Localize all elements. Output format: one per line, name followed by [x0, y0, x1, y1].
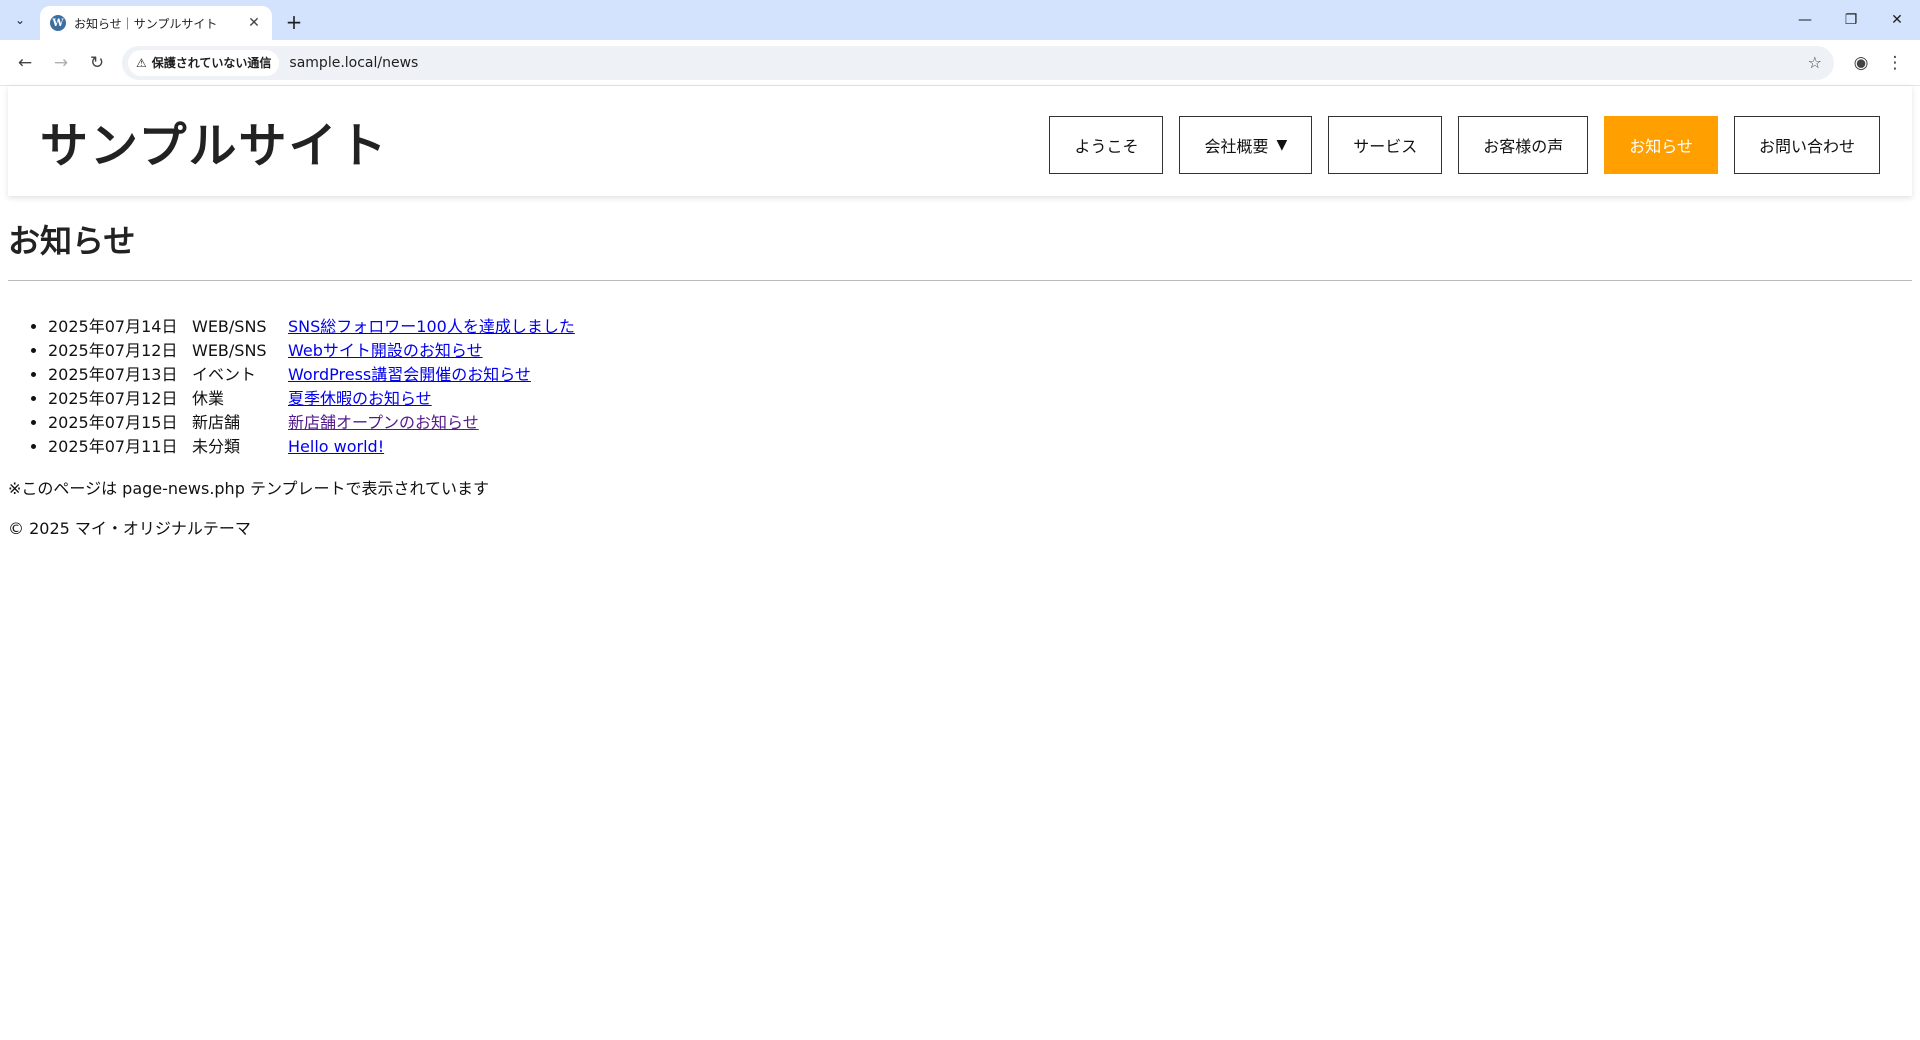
- list-item: 2025年07月13日イベント WordPress講習会開催のお知らせ: [48, 363, 1912, 387]
- news-link[interactable]: WordPress講習会開催のお知らせ: [288, 365, 531, 384]
- menu-kebab-icon[interactable]: ⋮: [1878, 46, 1912, 80]
- tab-close-icon[interactable]: ✕: [246, 15, 262, 31]
- list-item: 2025年07月14日 WEB/SNS SNS総フォロワー100人を達成しました: [48, 315, 1912, 339]
- caret-down-icon: ▼: [1276, 137, 1288, 153]
- nav-item-contact[interactable]: お問い合わせ: [1733, 116, 1880, 174]
- news-category: 休業: [192, 389, 225, 408]
- close-window-icon[interactable]: ✕: [1874, 0, 1920, 40]
- copyright-text: © 2025 マイ・オリジナルテーマ: [8, 519, 251, 538]
- news-category: 新店舗: [192, 413, 241, 432]
- web-page: サンプルサイト ようこそ 会社概要 ▼ サービス お客様の声 お知らせ お問い合…: [0, 86, 1920, 1040]
- wordpress-favicon-icon: W: [50, 15, 66, 31]
- news-link[interactable]: SNS総フォロワー100人を達成しました: [288, 317, 575, 336]
- news-category: WEB/SNS: [192, 317, 267, 336]
- news-link[interactable]: 新店舗オープンのお知らせ: [288, 413, 479, 432]
- news-date: 2025年07月14日: [48, 317, 178, 336]
- news-date: 2025年07月12日: [48, 341, 178, 360]
- browser-tab-active[interactable]: W お知らせ｜サンプルサイト ✕: [40, 6, 272, 40]
- forward-arrow-icon[interactable]: →: [44, 46, 78, 80]
- news-link[interactable]: 夏季休暇のお知らせ: [288, 389, 432, 408]
- site-title[interactable]: サンプルサイト: [40, 106, 389, 176]
- warning-triangle-icon: ⚠: [136, 55, 147, 70]
- new-tab-plus-icon[interactable]: +: [280, 8, 308, 36]
- window-controls: — ❐ ✕: [1782, 0, 1920, 40]
- nav-item-service[interactable]: サービス: [1328, 116, 1443, 174]
- news-link[interactable]: Webサイト開設のお知らせ: [288, 341, 483, 360]
- restore-icon[interactable]: ❐: [1828, 0, 1874, 40]
- list-item: 2025年07月11日未分類 Hello world!: [48, 435, 1912, 459]
- reload-icon[interactable]: ↻: [80, 46, 114, 80]
- global-nav: ようこそ 会社概要 ▼ サービス お客様の声 お知らせ お問い合わせ: [1049, 116, 1880, 174]
- main-content: お知らせ 2025年07月14日 WEB/SNS SNS総フォロワー100人を達成し…: [8, 216, 1912, 539]
- nav-item-welcome[interactable]: ようこそ: [1049, 116, 1164, 174]
- security-label: 保護されていない通信: [151, 56, 272, 70]
- nav-item-news[interactable]: お知らせ: [1604, 116, 1718, 174]
- list-item: 2025年07月12日休業 夏季休暇のお知らせ: [48, 387, 1912, 411]
- tab-search-chevron-icon[interactable]: ⌄: [6, 6, 34, 34]
- bookmark-star-icon[interactable]: ☆: [1808, 53, 1822, 72]
- profile-icon[interactable]: ◉: [1844, 46, 1878, 80]
- list-item: 2025年07月12日 WEB/SNS Webサイト開設のお知らせ: [48, 339, 1912, 363]
- news-category: イベント: [192, 365, 257, 384]
- news-date: 2025年07月11日: [48, 437, 178, 456]
- news-category: 未分類: [192, 437, 241, 456]
- nav-item-company-label: 会社概要: [1204, 137, 1269, 156]
- news-date: 2025年07月13日: [48, 365, 178, 384]
- page-title: お知らせ: [8, 216, 1912, 281]
- template-note: ※このページは page-news.php テンプレートで表示されています: [8, 479, 489, 498]
- browser-toolbar: ← → ↻ ⚠ 保護されていない通信 sample.local/news ☆ ◉…: [0, 40, 1920, 86]
- url-text[interactable]: sample.local/news: [289, 55, 418, 71]
- nav-item-testimonials[interactable]: お客様の声: [1458, 116, 1589, 174]
- site-footer: © 2025 マイ・オリジナルテーマ: [8, 515, 1912, 539]
- news-list: 2025年07月14日 WEB/SNS SNS総フォロワー100人を達成しました 2…: [8, 315, 1912, 459]
- news-date: 2025年07月12日: [48, 389, 178, 408]
- nav-item-company[interactable]: 会社概要 ▼: [1179, 116, 1313, 174]
- news-category: WEB/SNS: [192, 341, 267, 360]
- list-item: 2025年07月15日新店舗 新店舗オープンのお知らせ: [48, 411, 1912, 435]
- address-bar[interactable]: ⚠ 保護されていない通信 sample.local/news ☆: [122, 45, 1834, 80]
- security-chip[interactable]: ⚠ 保護されていない通信: [128, 49, 280, 76]
- news-link[interactable]: Hello world!: [288, 437, 384, 456]
- browser-tab-bar: ⌄ W お知らせ｜サンプルサイト ✕ + — ❐ ✕: [0, 0, 1920, 40]
- back-arrow-icon[interactable]: ←: [8, 46, 42, 80]
- news-date: 2025年07月15日: [48, 413, 178, 432]
- tab-title: お知らせ｜サンプルサイト: [74, 16, 218, 31]
- minimize-icon[interactable]: —: [1782, 0, 1828, 40]
- site-header: サンプルサイト ようこそ 会社概要 ▼ サービス お客様の声 お知らせ お問い合…: [8, 86, 1912, 196]
